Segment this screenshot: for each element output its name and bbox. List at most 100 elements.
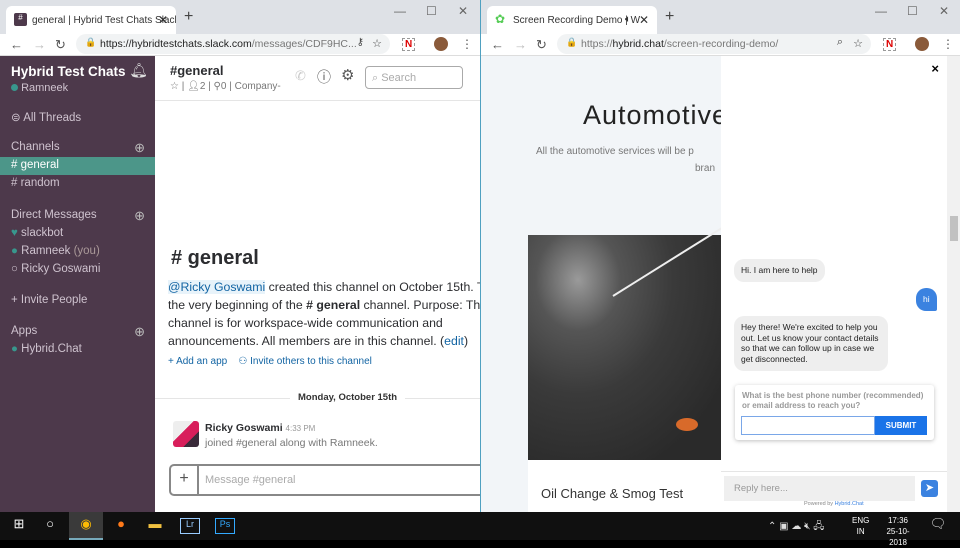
add-app-icon[interactable]: ⊕	[134, 324, 145, 340]
maximize-button[interactable]: ☐	[426, 4, 437, 18]
edit-link[interactable]: edit	[444, 334, 464, 348]
site-subheading-cont: bran	[695, 163, 716, 174]
current-user: Ramneek	[11, 82, 68, 94]
channels-header[interactable]: Channels ⊕	[0, 139, 155, 157]
dm-slackbot[interactable]: ♥ slackbot	[0, 225, 155, 243]
reply-input[interactable]: Reply here...	[724, 476, 915, 501]
contact-input[interactable]	[741, 416, 875, 435]
zoom-icon[interactable]: ⌕	[837, 36, 843, 49]
forward-icon[interactable]: →	[33, 37, 46, 52]
reload-icon[interactable]: ↻	[536, 37, 547, 53]
audio-icon[interactable]: 🔈︎	[625, 14, 631, 25]
message-author[interactable]: Ricky Goswami	[205, 422, 283, 434]
profile-avatar[interactable]	[434, 37, 448, 51]
windows-start-icon[interactable]: ⊞	[9, 516, 29, 536]
attach-plus-button[interactable]: +	[171, 466, 199, 494]
invite-others-link[interactable]: Invite others to this channel	[250, 356, 372, 367]
star-icon[interactable]: ☆	[853, 37, 863, 50]
channel-intro: @Ricky Goswami created this channel on O…	[168, 280, 480, 348]
language-indicator[interactable]: ENG IN	[852, 515, 869, 537]
settings-gear-icon[interactable]: ⚙	[341, 66, 354, 84]
photoshop-icon[interactable]: Ps	[215, 518, 235, 534]
extension-icon[interactable]: N	[402, 38, 416, 51]
close-tab-icon[interactable]: ✕	[639, 13, 649, 27]
tab-demo[interactable]: ✿ Screen Recording Demo | W 🔈︎ ✕	[487, 6, 657, 34]
chrome-icon[interactable]: ◉	[76, 516, 96, 536]
key-icon[interactable]: ⚷	[357, 37, 364, 48]
menu-icon[interactable]: ⋮	[461, 37, 473, 51]
apps-header[interactable]: Apps ⊕	[0, 323, 155, 341]
reload-icon[interactable]: ↻	[55, 37, 66, 53]
service-card[interactable]: Oil Change & Smog Test	[528, 460, 721, 512]
dipstick	[612, 226, 721, 297]
address-bar: ← → ↻ 🔒 https://hybridtestchats.slack.co…	[0, 34, 480, 56]
sidebar-channel-general[interactable]: # general	[0, 157, 155, 175]
bot-message: Hey there! We're excited to help you out…	[734, 316, 888, 371]
call-icon[interactable]: ✆	[295, 68, 306, 84]
composer-divider	[721, 471, 947, 472]
minimize-button[interactable]: —	[875, 4, 887, 18]
workspace-name[interactable]: Hybrid Test Chats ⌄	[11, 64, 137, 79]
site-heading: Automotive	[583, 100, 721, 130]
close-window-button[interactable]: ✕	[939, 4, 949, 18]
close-tab-icon[interactable]: ✕	[158, 13, 168, 27]
hybridchat-link[interactable]: Hybrid.Chat	[835, 501, 864, 507]
cortana-icon[interactable]: ○	[40, 516, 60, 536]
star-icon[interactable]: ☆	[372, 37, 382, 50]
slack-favicon-icon: #	[14, 13, 27, 26]
address-bar: ← → ↻ 🔒 https://hybrid.chat/screen-recor…	[481, 34, 960, 56]
new-tab-button[interactable]: +	[184, 8, 193, 26]
menu-icon[interactable]: ⋮	[942, 37, 954, 51]
scrollbar-thumb[interactable]	[950, 216, 958, 241]
powered-by: Powered by Hybrid.Chat	[804, 501, 864, 507]
intro-title: # general	[171, 247, 259, 269]
back-icon[interactable]: ←	[10, 37, 23, 52]
message-composer[interactable]: + Message #general	[169, 464, 480, 496]
date-divider: Monday, October 15th	[290, 392, 406, 403]
invite-people-link[interactable]: + Invite People	[0, 292, 155, 310]
system-tray-icons[interactable]: ⌃ ▣ ☁ 🔇︎ 🖧	[768, 519, 824, 536]
lock-icon: 🔒	[85, 37, 97, 47]
close-window-button[interactable]: ✕	[458, 4, 468, 18]
new-tab-button[interactable]: +	[665, 8, 674, 26]
tab-strip: ✿ Screen Recording Demo | W 🔈︎ ✕ + — ☐ ✕	[481, 0, 960, 34]
tab-slack[interactable]: # general | Hybrid Test Chats Slack ✕	[6, 6, 176, 34]
minimize-button[interactable]: —	[394, 4, 406, 18]
dm-ricky[interactable]: ○ Ricky Goswami	[0, 261, 155, 279]
url-host: hybrid.chat	[612, 38, 664, 50]
message-time: 4:33 PM	[285, 424, 316, 433]
maximize-button[interactable]: ☐	[907, 4, 918, 18]
tab-title: general | Hybrid Test Chats Slack	[32, 15, 176, 26]
author-avatar[interactable]	[173, 421, 199, 447]
firefox-icon[interactable]: ●	[111, 516, 131, 536]
sidebar-all-threads[interactable]: ⊜ All Threads	[0, 108, 155, 126]
chat-close-button[interactable]: ×	[931, 61, 939, 76]
message-text: joined #general along with Ramneek.	[205, 437, 378, 449]
file-explorer-icon[interactable]: ▬	[145, 516, 165, 536]
submit-button[interactable]: SUBMIT	[875, 416, 927, 435]
extension-icon[interactable]: N	[883, 38, 897, 51]
add-channel-icon[interactable]: ⊕	[134, 140, 145, 156]
lightroom-icon[interactable]: Lr	[180, 518, 200, 534]
dm-header[interactable]: Direct Messages ⊕	[0, 207, 155, 225]
dm-ramneek[interactable]: ● Ramneek (you)	[0, 243, 155, 261]
url-field[interactable]: 🔒 https://hybridtestchats.slack.com/mess…	[76, 34, 390, 54]
url-field[interactable]: 🔒 https://hybrid.chat/screen-recording-d…	[557, 34, 871, 54]
send-icon[interactable]: ➤	[921, 480, 938, 497]
add-dm-icon[interactable]: ⊕	[134, 208, 145, 224]
add-app-link[interactable]: + Add an app	[168, 356, 227, 367]
notifications-icon[interactable]: 🗨︎	[928, 516, 948, 536]
back-icon[interactable]: ←	[491, 37, 504, 52]
profile-avatar[interactable]	[915, 37, 929, 51]
app-hybrid-chat[interactable]: ● Hybrid.Chat	[0, 341, 155, 359]
bell-icon[interactable]: 🔔︎	[130, 62, 148, 79]
info-icon[interactable]: ⓘ	[317, 67, 331, 87]
chat-widget: × Hi. I am here to help hi Hey there! We…	[721, 56, 947, 512]
sidebar-channel-random[interactable]: # random	[0, 175, 155, 193]
bot-message: Hi. I am here to help	[734, 259, 825, 282]
clock[interactable]: 17:36 25-10-2018	[878, 515, 918, 548]
search-input[interactable]: ⌕ Search	[365, 66, 463, 89]
mention-link[interactable]: @Ricky Goswami	[168, 280, 266, 294]
forward-icon[interactable]: →	[514, 37, 527, 52]
page-scrollbar[interactable]	[947, 56, 960, 512]
